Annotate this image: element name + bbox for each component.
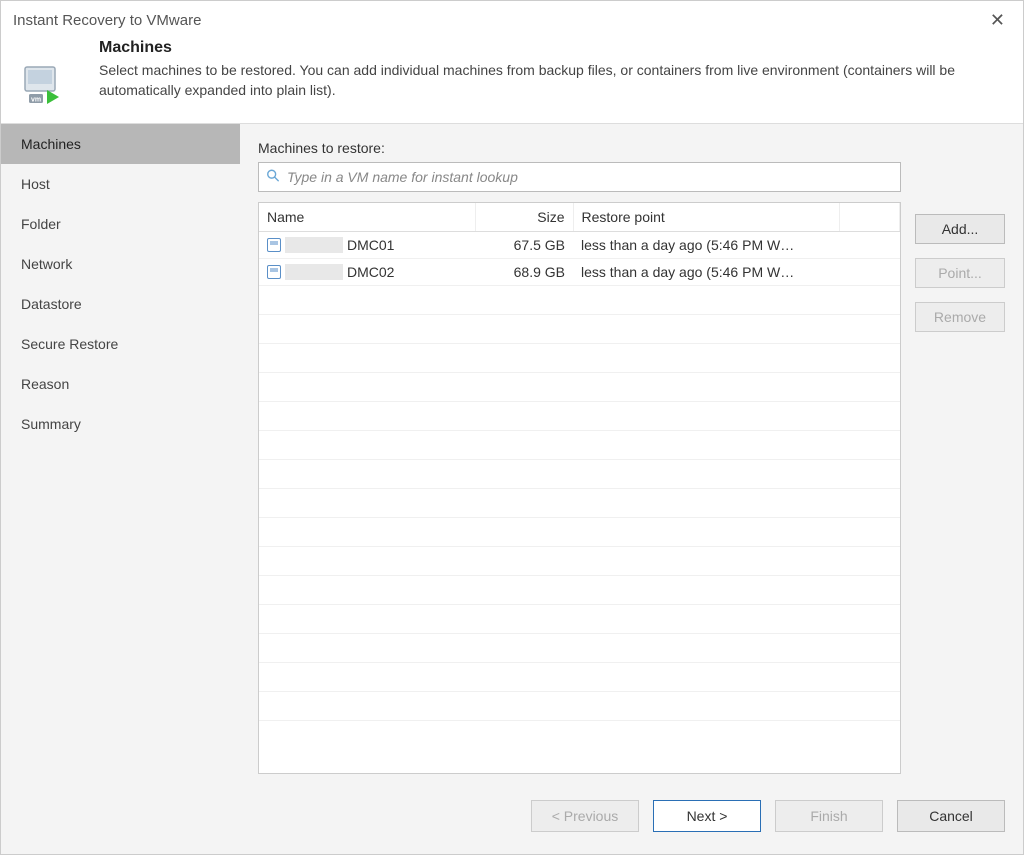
search-wrap (258, 162, 901, 192)
step-secure-restore[interactable]: Secure Restore (1, 324, 240, 364)
titlebar: Instant Recovery to VMware ✕ (1, 1, 1023, 35)
vm-search-input[interactable] (258, 162, 901, 192)
header-description: Select machines to be restored. You can … (99, 61, 999, 100)
step-folder[interactable]: Folder (1, 204, 240, 244)
redacted-text (285, 264, 343, 280)
table-header-row: Name Size Restore point (259, 203, 900, 232)
wizard-body: Machines Host Folder Network Datastore S… (1, 123, 1023, 786)
wizard-step-icon: vm (15, 39, 85, 105)
next-button[interactable]: Next > (653, 800, 761, 832)
col-header-restore-point[interactable]: Restore point (573, 203, 840, 232)
search-icon (266, 169, 280, 186)
wizard-window: Instant Recovery to VMware ✕ vm Machines… (0, 0, 1024, 855)
svg-text:vm: vm (31, 97, 41, 104)
step-reason[interactable]: Reason (1, 364, 240, 404)
table-row[interactable]: DMC02 68.9 GB less than a day ago (5:46 … (259, 259, 900, 286)
table-row[interactable]: DMC01 67.5 GB less than a day ago (5:46 … (259, 232, 900, 259)
wizard-steps-sidebar: Machines Host Folder Network Datastore S… (1, 124, 240, 786)
col-header-size[interactable]: Size (475, 203, 573, 232)
point-button[interactable]: Point... (915, 258, 1005, 288)
remove-button[interactable]: Remove (915, 302, 1005, 332)
machine-name: DMC02 (347, 264, 394, 280)
finish-button[interactable]: Finish (775, 800, 883, 832)
machine-size: 67.5 GB (475, 232, 573, 259)
side-buttons: Add... Point... Remove (915, 140, 1005, 774)
step-machines[interactable]: Machines (1, 124, 240, 164)
cancel-button[interactable]: Cancel (897, 800, 1005, 832)
step-datastore[interactable]: Datastore (1, 284, 240, 324)
step-network[interactable]: Network (1, 244, 240, 284)
step-host[interactable]: Host (1, 164, 240, 204)
vm-icon (267, 265, 281, 279)
col-header-name[interactable]: Name (259, 203, 475, 232)
redacted-text (285, 237, 343, 253)
machines-list-label: Machines to restore: (258, 140, 901, 156)
add-button[interactable]: Add... (915, 214, 1005, 244)
machine-name: DMC01 (347, 237, 394, 253)
wizard-footer: < Previous Next > Finish Cancel (1, 786, 1023, 854)
machines-table[interactable]: Name Size Restore point DMC01 67.5 GB le… (258, 202, 901, 774)
col-header-spacer (840, 203, 900, 232)
machine-size: 68.9 GB (475, 259, 573, 286)
main-panel: Machines to restore: (240, 124, 1023, 786)
window-title: Instant Recovery to VMware (13, 12, 201, 29)
wizard-header: vm Machines Select machines to be restor… (1, 35, 1023, 123)
previous-button[interactable]: < Previous (531, 800, 639, 832)
vm-icon (267, 238, 281, 252)
close-icon[interactable]: ✕ (984, 10, 1011, 31)
header-heading: Machines (99, 39, 999, 57)
step-summary[interactable]: Summary (1, 404, 240, 444)
machine-restore-point: less than a day ago (5:46 PM W… (573, 232, 840, 259)
machine-restore-point: less than a day ago (5:46 PM W… (573, 259, 840, 286)
